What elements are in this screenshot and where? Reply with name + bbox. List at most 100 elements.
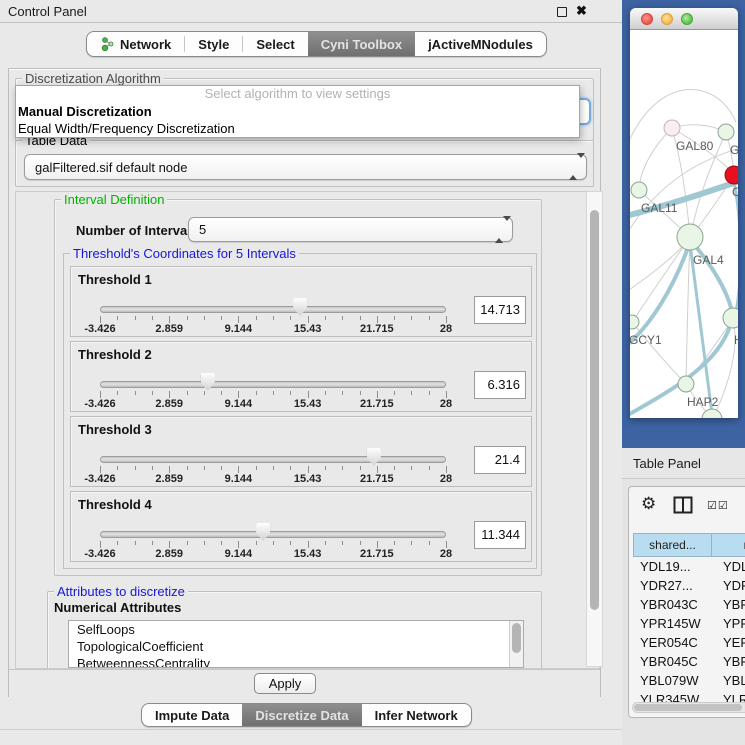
cell-shared-name[interactable]: YBR045C [633, 652, 711, 671]
threshold-value-field[interactable]: 6.316 [474, 371, 526, 399]
float-window-icon[interactable] [557, 7, 567, 17]
attributes-list-scrollbar[interactable] [509, 621, 523, 667]
tab-discretize-data[interactable]: Discretize Data [242, 704, 361, 726]
cell-name[interactable]: YBR0 [711, 595, 745, 614]
window-minimize-icon[interactable] [661, 13, 673, 25]
attributes-list-scrollbar-thumb[interactable] [512, 623, 521, 653]
slider-tick [394, 316, 395, 320]
network-canvas[interactable]: GAL80GAGAL11CGAL4GCY1HHAP2 [630, 30, 738, 418]
network-node-pink[interactable] [664, 120, 680, 136]
cell-name[interactable]: YDL1 [711, 557, 745, 576]
attribute-list-item[interactable]: SelfLoops [69, 621, 523, 638]
window-zoom-icon[interactable] [681, 13, 693, 25]
network-edge-highlighted[interactable] [690, 244, 712, 414]
threshold-slider[interactable]: -3.4262.8599.14415.4321.71528 [71, 492, 531, 561]
network-node-green[interactable] [723, 308, 738, 328]
gear-icon[interactable]: ⚙ [641, 495, 656, 512]
tab-impute-data[interactable]: Impute Data [142, 704, 242, 726]
attribute-list-item[interactable]: BetweennessCentrality [69, 655, 523, 668]
table-row[interactable]: YBR043CYBR0 [633, 595, 745, 614]
slider-tick [411, 541, 412, 545]
slider-tick [221, 391, 222, 395]
slider-thumb[interactable] [293, 298, 307, 316]
table-data-combobox[interactable]: galFiltered.sif default node [24, 154, 587, 180]
threshold-value-field[interactable]: 21.4 [474, 446, 526, 474]
cell-name[interactable]: YBL0 [711, 671, 745, 690]
table-row[interactable]: YBL079WYBL0 [633, 671, 745, 690]
table-row[interactable]: YDR27...YDR2 [633, 576, 745, 595]
settings-scrollbar[interactable] [586, 191, 603, 667]
slider-track[interactable] [100, 456, 446, 463]
network-edge[interactable] [639, 128, 672, 190]
column-header-shared-name[interactable]: shared... [633, 533, 711, 557]
threshold-value-field[interactable]: 11.344 [474, 521, 526, 549]
network-node-green[interactable] [718, 124, 734, 140]
close-icon[interactable]: ✖ [576, 3, 587, 19]
tab-network[interactable]: Network [87, 32, 184, 56]
table-row[interactable]: YDL19...YDL1 [633, 557, 745, 576]
network-node-green[interactable] [631, 182, 647, 198]
network-node-green[interactable] [630, 315, 639, 329]
workspace: GAL80GAGAL11CGAL4GCY1HHAP2 Table Panel ⚙… [622, 0, 745, 745]
window-close-icon[interactable] [641, 13, 653, 25]
cell-shared-name[interactable]: YDR27... [633, 576, 711, 595]
network-window-titlebar[interactable] [630, 8, 738, 30]
discretization-algorithm-group-title: Discretization Algorithm [22, 71, 164, 86]
cell-name[interactable]: YBR0 [711, 652, 745, 671]
table-hscrollbar[interactable] [632, 702, 745, 713]
slider-thumb[interactable] [367, 448, 381, 466]
slider-tick [429, 391, 430, 395]
threshold-value-field[interactable]: 14.713 [474, 296, 526, 324]
slider-track[interactable] [100, 531, 446, 538]
tab-select[interactable]: Select [243, 32, 307, 56]
cell-shared-name[interactable]: YDL19... [633, 557, 711, 576]
network-edge[interactable] [686, 237, 690, 383]
algorithm-option-manual[interactable]: Manual Discretization [16, 103, 579, 120]
network-icon [100, 37, 115, 51]
cell-name[interactable]: YDR2 [711, 576, 745, 595]
cell-name[interactable]: YER0 [711, 633, 745, 652]
table-hscrollbar-thumb[interactable] [634, 704, 742, 711]
network-canvas-svg: GAL80GAGAL11CGAL4GCY1HHAP2 [630, 30, 738, 418]
network-node-green[interactable] [677, 224, 703, 250]
table-row[interactable]: YBR045CYBR0 [633, 652, 745, 671]
slider-thumb[interactable] [201, 373, 215, 391]
cell-name[interactable]: YPR1 [711, 614, 745, 633]
table-row[interactable]: YER054CYER0 [633, 633, 745, 652]
slider-thumb[interactable] [256, 523, 270, 541]
tab-style[interactable]: Style [185, 32, 242, 56]
numerical-attributes-list[interactable]: SelfLoopsTopologicalCoefficientBetweenne… [68, 620, 524, 668]
cell-shared-name[interactable]: YER054C [633, 633, 711, 652]
cell-shared-name[interactable]: YPR145W [633, 614, 711, 633]
slider-tick [446, 466, 447, 473]
threshold-slider[interactable]: -3.4262.8599.14415.4321.71528 [71, 267, 531, 336]
node-table[interactable]: shared... na YDL19...YDL1YDR27...YDR2YBR… [633, 533, 745, 705]
threshold-slider[interactable]: -3.4262.8599.14415.4321.71528 [71, 342, 531, 411]
threshold-slider[interactable]: -3.4262.8599.14415.4321.71528 [71, 417, 531, 486]
slider-tick-labels: -3.4262.8599.14415.4321.71528 [100, 548, 446, 560]
network-node-red[interactable] [725, 166, 738, 184]
number-of-intervals-combobox[interactable]: 5 [188, 217, 513, 242]
tab-infer-network[interactable]: Infer Network [362, 704, 471, 726]
apply-button[interactable]: Apply [254, 673, 316, 694]
network-edge-highlighted[interactable] [734, 182, 738, 312]
table-row[interactable]: YPR145WYPR1 [633, 614, 745, 633]
tab-cyni-toolbox[interactable]: Cyni Toolbox [308, 32, 415, 56]
attributes-group: Attributes to discretize Numerical Attri… [47, 591, 542, 669]
checkbox-icons[interactable]: ☑☑ [707, 499, 729, 512]
cell-shared-name[interactable]: YBR043C [633, 595, 711, 614]
number-of-intervals-label: Number of Intervals [76, 223, 198, 238]
slider-track[interactable] [100, 306, 446, 313]
settings-scrollbar-thumb[interactable] [590, 210, 599, 610]
network-view-window[interactable]: GAL80GAGAL11CGAL4GCY1HHAP2 [630, 8, 738, 418]
algorithm-option-equal-width[interactable]: Equal Width/Frequency Discretization [16, 120, 579, 137]
network-node-green[interactable] [678, 376, 694, 392]
slider-track[interactable] [100, 381, 446, 388]
columns-icon[interactable] [673, 496, 693, 514]
slider-tick [394, 541, 395, 545]
tab-jactivemnodules[interactable]: jActiveMNodules [415, 32, 546, 56]
network-edge[interactable] [633, 237, 690, 321]
column-header-name[interactable]: na [711, 533, 745, 557]
cell-shared-name[interactable]: YBL079W [633, 671, 711, 690]
attribute-list-item[interactable]: TopologicalCoefficient [69, 638, 523, 655]
